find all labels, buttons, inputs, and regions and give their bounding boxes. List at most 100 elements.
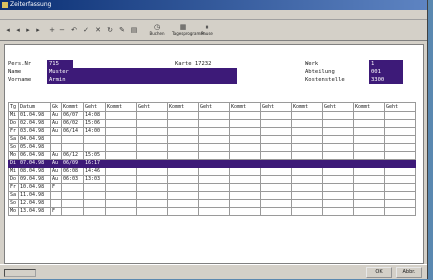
grid-cell[interactable]: Fr	[8, 127, 19, 136]
grid-cell[interactable]: 06:08	[61, 167, 84, 176]
grid-cell[interactable]: 05.04.98	[18, 143, 51, 152]
grid-cell[interactable]: 06/07	[61, 111, 84, 120]
grid-cell[interactable]	[384, 191, 416, 200]
grid-cell[interactable]	[167, 183, 199, 192]
grid-cell[interactable]	[50, 191, 62, 200]
grid-cell[interactable]	[83, 199, 106, 208]
grid-cell[interactable]	[61, 191, 84, 200]
grid-cell[interactable]	[198, 175, 230, 184]
pause-button[interactable]: ⏸ Pause	[196, 23, 218, 38]
grid-cell[interactable]: Au	[50, 151, 62, 160]
grid-cell[interactable]	[260, 207, 292, 216]
grid-cell[interactable]: 02.04.98	[18, 119, 51, 128]
grid-cell[interactable]	[61, 135, 84, 144]
grid-header-cell[interactable]: Geht	[83, 102, 106, 112]
grid-cell[interactable]	[260, 127, 292, 136]
abteilung-field[interactable]: 001	[369, 68, 403, 76]
grid-cell[interactable]	[136, 143, 168, 152]
grid-cell[interactable]	[167, 151, 199, 160]
grid-header-cell[interactable]: Kommt	[61, 102, 84, 112]
grid-cell[interactable]	[229, 207, 261, 216]
add-icon[interactable]: +	[48, 26, 56, 34]
grid-row[interactable]: Mo 06.04.98 Au 06/12 15:05	[8, 151, 416, 160]
grid-cell[interactable]	[136, 175, 168, 184]
grid-row[interactable]: Fr 10.04.98 F	[8, 183, 416, 192]
grid-cell[interactable]	[229, 199, 261, 208]
grid-cell[interactable]	[353, 175, 385, 184]
grid-cell[interactable]	[229, 159, 261, 168]
grid-cell[interactable]	[260, 119, 292, 128]
grid-cell[interactable]: 06.04.98	[18, 151, 51, 160]
grid-cell[interactable]	[167, 119, 199, 128]
grid-cell[interactable]	[291, 191, 323, 200]
grid-cell[interactable]	[260, 151, 292, 160]
grid-cell[interactable]: Di	[8, 159, 19, 168]
grid-cell[interactable]	[167, 199, 199, 208]
grid-cell[interactable]	[353, 207, 385, 216]
grid-cell[interactable]	[229, 143, 261, 152]
delete-icon[interactable]: −	[58, 26, 66, 34]
grid-cell[interactable]	[136, 111, 168, 120]
grid-row[interactable]: Fr 03.04.98 Au 06/14 14:00	[8, 127, 416, 136]
grid-cell[interactable]	[260, 135, 292, 144]
grid-cell[interactable]: Mi	[8, 167, 19, 176]
grid-cell[interactable]	[198, 199, 230, 208]
grid-cell[interactable]	[83, 183, 106, 192]
grid-cell[interactable]	[136, 135, 168, 144]
grid-cell[interactable]	[167, 159, 199, 168]
grid-cell[interactable]	[384, 119, 416, 128]
grid-cell[interactable]	[322, 183, 354, 192]
grid-cell[interactable]	[260, 159, 292, 168]
print-icon[interactable]: ▤	[130, 26, 138, 34]
grid-cell[interactable]	[291, 119, 323, 128]
grid-cell[interactable]: 06/14	[61, 127, 84, 136]
grid-cell[interactable]	[105, 127, 137, 136]
grid-header-cell[interactable]: Tg	[8, 102, 19, 112]
grid-cell[interactable]	[353, 183, 385, 192]
grid-cell[interactable]: 14:00	[83, 127, 106, 136]
grid-cell[interactable]	[322, 119, 354, 128]
grid-cell[interactable]	[260, 191, 292, 200]
grid-cell[interactable]: F	[50, 207, 62, 216]
grid-cell[interactable]	[83, 207, 106, 216]
grid-cell[interactable]	[61, 143, 84, 152]
grid-cell[interactable]	[322, 111, 354, 120]
grid-cell[interactable]	[105, 199, 137, 208]
grid-cell[interactable]	[198, 135, 230, 144]
grid-cell[interactable]	[260, 175, 292, 184]
grid-cell[interactable]	[384, 111, 416, 120]
grid-cell[interactable]	[61, 207, 84, 216]
grid-cell[interactable]	[105, 143, 137, 152]
grid-cell[interactable]: 14:08	[83, 111, 106, 120]
grid-cell[interactable]	[136, 159, 168, 168]
grid-cell[interactable]	[353, 199, 385, 208]
grid-cell[interactable]	[83, 191, 106, 200]
grid-cell[interactable]	[167, 111, 199, 120]
grid-cell[interactable]	[291, 167, 323, 176]
grid-cell[interactable]: 06/12	[61, 151, 84, 160]
grid-cell[interactable]	[198, 191, 230, 200]
grid-cell[interactable]	[384, 127, 416, 136]
grid-cell[interactable]	[136, 151, 168, 160]
grid-cell[interactable]	[229, 127, 261, 136]
grid-cell[interactable]	[198, 159, 230, 168]
grid-cell[interactable]: Do	[8, 175, 19, 184]
grid-header-cell[interactable]: Geht	[384, 102, 416, 112]
grid-cell[interactable]	[61, 199, 84, 208]
grid-cell[interactable]	[198, 127, 230, 136]
first-icon[interactable]: ◂	[4, 26, 12, 34]
grid-cell[interactable]	[384, 199, 416, 208]
grid-cell[interactable]	[384, 167, 416, 176]
grid-header-cell[interactable]: Geht	[198, 102, 230, 112]
grid-cell[interactable]	[167, 207, 199, 216]
grid-cell[interactable]: Au	[50, 175, 62, 184]
grid-cell[interactable]	[198, 151, 230, 160]
refresh-icon[interactable]: ↻	[106, 26, 114, 34]
grid-header-cell[interactable]: Kommt	[229, 102, 261, 112]
grid-cell[interactable]: Au	[50, 159, 62, 168]
grid-cell[interactable]: Au	[50, 167, 62, 176]
grid-cell[interactable]	[105, 191, 137, 200]
pers-nr-field[interactable]: 715	[47, 60, 73, 68]
grid-header-cell[interactable]: Kommt	[105, 102, 137, 112]
grid-header-cell[interactable]: Geht	[136, 102, 168, 112]
